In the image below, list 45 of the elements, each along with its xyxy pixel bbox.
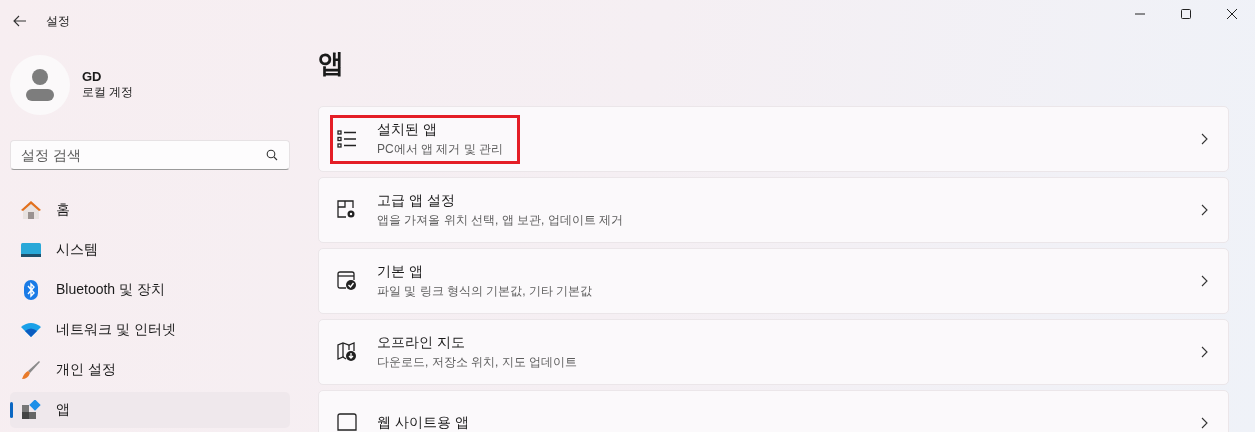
maximize-icon bbox=[1181, 9, 1191, 19]
back-arrow-icon bbox=[13, 15, 27, 27]
settings-card[interactable]: 기본 앱 파일 및 링크 형식의 기본값, 기타 기본값 bbox=[318, 248, 1229, 314]
chevron-icon bbox=[1201, 133, 1208, 145]
card-title: 기본 앱 bbox=[377, 262, 424, 281]
window-check-icon bbox=[337, 271, 357, 291]
account-type: 로컬 계정 bbox=[82, 84, 134, 101]
list-icon bbox=[337, 130, 357, 148]
card-title: 설치된 앱 bbox=[377, 120, 438, 139]
sidebar-item[interactable]: 시스템 bbox=[10, 232, 290, 268]
settings-card[interactable]: 웹 사이트용 앱 bbox=[318, 390, 1229, 432]
search-icon bbox=[266, 149, 278, 161]
window-title: 설정 bbox=[46, 12, 71, 30]
sidebar-item[interactable]: 앱 bbox=[10, 392, 290, 428]
card-title: 오프라인 지도 bbox=[377, 333, 466, 352]
settings-card[interactable]: 오프라인 지도 다운로드, 저장소 위치, 지도 업데이트 bbox=[318, 319, 1229, 385]
window-icon bbox=[337, 413, 357, 432]
wifi-icon bbox=[20, 322, 42, 338]
sidebar-item[interactable]: 네트워크 및 인터넷 bbox=[10, 312, 290, 348]
card-description: 다운로드, 저장소 위치, 지도 업데이트 bbox=[377, 353, 578, 371]
card-description: PC에서 앱 제거 및 관리 bbox=[377, 140, 504, 158]
sidebar-item[interactable]: Bluetooth 및 장치 bbox=[10, 272, 290, 308]
chevron-icon bbox=[1201, 204, 1208, 216]
paintbrush-icon bbox=[21, 360, 41, 380]
user-name: GD bbox=[82, 69, 103, 84]
house-icon bbox=[20, 200, 42, 220]
search-field[interactable]: 설정 검색 bbox=[10, 140, 290, 170]
sidebar-item[interactable]: 홈 bbox=[10, 192, 290, 228]
window-gear-icon bbox=[337, 200, 357, 220]
bluetooth-icon bbox=[23, 279, 39, 301]
settings-card[interactable]: 설치된 앱 PC에서 앱 제거 및 관리 bbox=[318, 106, 1229, 172]
card-title: 웹 사이트용 앱 bbox=[377, 414, 470, 432]
card-title: 고급 앱 설정 bbox=[377, 191, 456, 210]
settings-card[interactable]: 고급 앱 설정 앱을 가져올 위치 선택, 앱 보관, 업데이트 제거 bbox=[318, 177, 1229, 243]
page-title: 앱 bbox=[318, 47, 345, 80]
chevron-icon bbox=[1201, 417, 1208, 429]
card-description: 앱을 가져올 위치 선택, 앱 보관, 업데이트 제거 bbox=[377, 211, 624, 229]
sidebar-item[interactable]: 개인 설정 bbox=[10, 352, 290, 388]
apps-icon bbox=[21, 400, 41, 420]
chevron-icon bbox=[1201, 346, 1208, 358]
map-download-icon bbox=[337, 342, 357, 362]
chevron-icon bbox=[1201, 275, 1208, 287]
monitor-icon bbox=[20, 242, 42, 258]
card-description: 파일 및 링크 형식의 기본값, 기타 기본값 bbox=[377, 282, 594, 300]
close-icon bbox=[1227, 9, 1237, 19]
